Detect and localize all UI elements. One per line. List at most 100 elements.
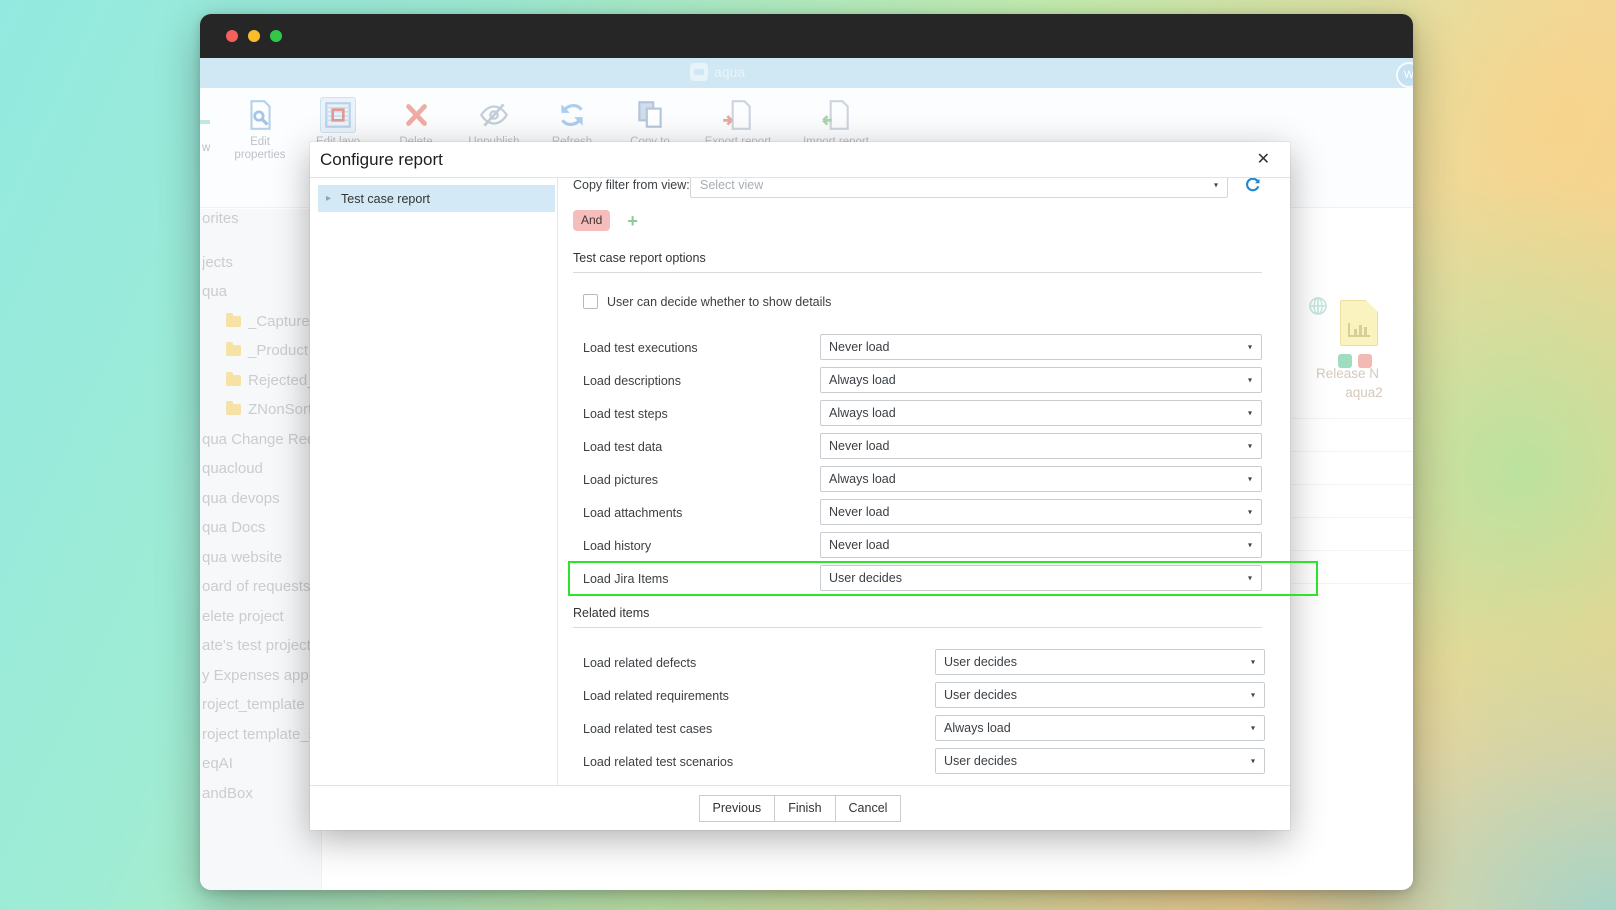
dropdown-value: Always load (829, 472, 896, 486)
load-history-dropdown[interactable]: Never load▾ (820, 532, 1262, 558)
dialog-nav: ▸ Test case report (310, 178, 558, 785)
user-decide-checkbox-row: User can decide whether to show details (573, 294, 1290, 309)
partial-toolbar-icon (200, 120, 210, 124)
option-label: Load test steps (583, 407, 668, 421)
row-load-test-executions: Load test executions Never load ▾ (573, 331, 1290, 364)
report-title-line1: Release N (1316, 366, 1412, 381)
load-test-data-dropdown[interactable]: Never load▾ (820, 433, 1262, 459)
refresh-icon (555, 98, 589, 132)
row-load-test-steps: Load test steps Always load▾ (573, 397, 1290, 430)
option-label: Load descriptions (583, 374, 681, 388)
aqua-logo: aqua (690, 63, 745, 81)
chevron-down-icon: ▾ (1251, 691, 1255, 700)
edit-properties-button[interactable]: Edit properties (228, 98, 292, 162)
folder-icon (226, 375, 241, 386)
nav-item-test-case-report[interactable]: ▸ Test case report (318, 185, 555, 212)
section-divider (573, 627, 1262, 628)
app-header: aqua W (200, 58, 1413, 88)
close-traffic-light[interactable] (226, 30, 238, 42)
option-label: Load test data (583, 440, 662, 454)
nav-item-label: Test case report (341, 192, 430, 206)
chevron-down-icon: ▾ (1248, 343, 1252, 352)
chevron-down-icon: ▾ (1248, 442, 1252, 451)
minimize-traffic-light[interactable] (248, 30, 260, 42)
row-load-related-requirements: Load related requirements User decides▾ (573, 679, 1290, 712)
export-report-icon (721, 98, 755, 132)
load-related-test-scenarios-dropdown[interactable]: User decides▾ (935, 748, 1265, 774)
report-title-line2: aqua2 (1316, 385, 1412, 400)
load-attachments-dropdown[interactable]: Never load ▾ (820, 499, 1262, 525)
chevron-down-icon: ▾ (1214, 180, 1218, 189)
dialog-footer: Previous Finish Cancel (310, 785, 1290, 830)
previous-button[interactable]: Previous (699, 795, 776, 822)
select-view-placeholder: Select view (700, 178, 763, 192)
unpublish-icon (477, 98, 511, 132)
row-load-related-test-cases: Load related test cases Always load ▾ (573, 712, 1290, 745)
load-related-test-cases-dropdown[interactable]: Always load ▾ (935, 715, 1265, 741)
chevron-down-icon: ▾ (1248, 475, 1252, 484)
chevron-down-icon: ▾ (1248, 574, 1252, 583)
chevron-down-icon: ▾ (1248, 508, 1252, 517)
and-operator-badge[interactable]: And (573, 210, 610, 231)
sidebar-item-label: _Product (248, 342, 308, 359)
dialog-header: Configure report ✕ (310, 142, 1290, 178)
dropdown-value: Never load (829, 505, 889, 519)
chevron-down-icon: ▾ (1251, 757, 1255, 766)
copy-filter-label: Copy filter from view: (573, 178, 690, 192)
dialog-body: ▸ Test case report Copy filter from view… (310, 178, 1290, 785)
related-rows: Load related defects User decides▾ Load … (573, 646, 1290, 778)
chevron-right-icon: ▸ (326, 193, 331, 204)
load-related-defects-dropdown[interactable]: User decides▾ (935, 649, 1265, 675)
close-icon[interactable]: ✕ (1257, 152, 1276, 168)
option-label: Load related defects (583, 656, 696, 670)
finish-button[interactable]: Finish (774, 795, 835, 822)
dropdown-value: User decides (944, 688, 1017, 702)
folder-icon (226, 345, 241, 356)
chevron-down-icon: ▾ (1251, 658, 1255, 667)
globe-icon (1308, 296, 1328, 321)
load-descriptions-dropdown[interactable]: Always load▾ (820, 367, 1262, 393)
report-document-icon[interactable] (1340, 300, 1378, 346)
window-titlebar (200, 14, 1413, 58)
dialog-main: Copy filter from view: Select view ▾ And… (558, 178, 1290, 785)
related-section-title: Related items (573, 606, 1290, 620)
chevron-down-icon: ▾ (1248, 409, 1252, 418)
zoom-traffic-light[interactable] (270, 30, 282, 42)
aqua-logo-text: aqua (714, 64, 745, 80)
refresh-filter-icon[interactable] (1244, 176, 1261, 193)
row-load-history: Load history Never load▾ (573, 529, 1290, 562)
load-related-requirements-dropdown[interactable]: User decides ▾ (935, 682, 1265, 708)
load-pictures-dropdown[interactable]: Always load ▾ (820, 466, 1262, 492)
option-label: Load pictures (583, 473, 658, 487)
macos-window: aqua W w Act Edit properties Edit layo (200, 14, 1413, 890)
option-label: Load history (583, 539, 651, 553)
dropdown-value: User decides (829, 571, 902, 585)
option-label: Load attachments (583, 506, 682, 520)
section-divider (573, 272, 1262, 273)
option-label: Load test executions (583, 341, 698, 355)
row-load-related-defects: Load related defects User decides▾ (573, 646, 1290, 679)
dropdown-value: Always load (944, 721, 1011, 735)
dropdown-value: Never load (829, 340, 889, 354)
row-load-descriptions: Load descriptions Always load▾ (573, 364, 1290, 397)
load-test-executions-dropdown[interactable]: Never load ▾ (820, 334, 1262, 360)
cancel-button[interactable]: Cancel (835, 795, 902, 822)
chevron-down-icon: ▾ (1251, 724, 1255, 733)
dropdown-value: Never load (829, 538, 889, 552)
edit-properties-label: Edit properties (228, 136, 292, 162)
option-label: Load related test cases (583, 722, 712, 736)
user-decide-checkbox[interactable] (583, 294, 598, 309)
load-jira-items-dropdown[interactable]: User decides ▾ (820, 565, 1262, 591)
dialog-title: Configure report (320, 150, 443, 170)
delete-icon (399, 98, 433, 132)
import-report-icon (819, 98, 853, 132)
edit-properties-icon (243, 98, 277, 132)
add-filter-icon[interactable]: + (627, 212, 638, 230)
row-load-attachments: Load attachments Never load ▾ (573, 496, 1290, 529)
user-avatar[interactable]: W (1396, 62, 1413, 88)
option-label: Load related test scenarios (583, 755, 733, 769)
row-load-jira-items: Load Jira Items User decides ▾ (573, 562, 1290, 595)
load-test-steps-dropdown[interactable]: Always load▾ (820, 400, 1262, 426)
option-label: Load Jira Items (583, 572, 668, 586)
copy-to-icon (633, 98, 667, 132)
